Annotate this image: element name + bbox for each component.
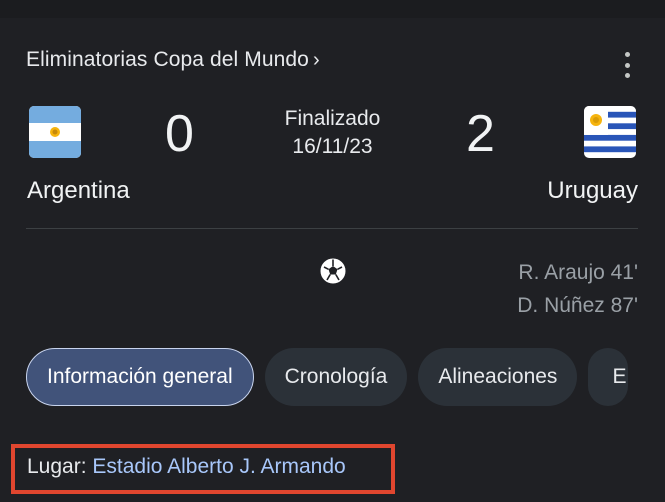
away-goal-scorers: R. Araujo 41' D. Núñez 87' (517, 256, 638, 322)
venue-link[interactable]: Estadio Alberto J. Armando (92, 455, 345, 478)
cutoff-content (20, 490, 640, 502)
match-date: 16/11/23 (292, 135, 373, 158)
scorer-entry: R. Araujo 41' (518, 261, 638, 284)
uruguay-flag-icon (584, 106, 636, 158)
home-score: 0 (165, 105, 194, 163)
away-team-name[interactable]: Uruguay (547, 177, 638, 205)
tab-informacion-general[interactable]: Información general (26, 348, 254, 406)
tab-partial[interactable]: E (588, 348, 629, 406)
venue-label: Lugar: (27, 455, 87, 478)
argentina-flag-icon (29, 106, 81, 158)
soccer-ball-icon (320, 258, 346, 284)
competition-link[interactable]: Eliminatorias Copa del Mundo › (26, 48, 320, 72)
home-team-name[interactable]: Argentina (27, 177, 130, 205)
status-bar-strip (0, 0, 665, 18)
match-status: Finalizado 16/11/23 (250, 105, 415, 161)
chevron-right-icon: › (312, 48, 320, 71)
more-options-icon[interactable] (616, 52, 638, 78)
tab-bar: Información general Cronología Alineacio… (26, 348, 629, 406)
tab-cronologia[interactable]: Cronología (264, 348, 408, 406)
venue-row: Lugar: Estadio Alberto J. Armando (27, 455, 346, 479)
away-score: 2 (466, 105, 495, 163)
competition-title: Eliminatorias Copa del Mundo (26, 48, 309, 71)
divider (26, 228, 638, 229)
status-label: Finalizado (284, 107, 381, 130)
tab-alineaciones[interactable]: Alineaciones (418, 348, 578, 406)
scorer-entry: D. Núñez 87' (517, 294, 638, 317)
